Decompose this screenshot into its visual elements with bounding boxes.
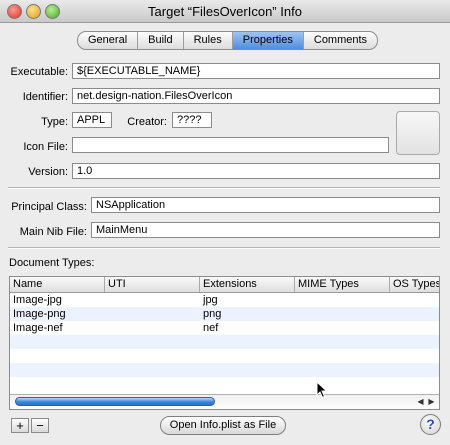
empty-row [10,377,439,391]
separator [8,187,440,189]
principal-class-field[interactable]: NSApplication [91,197,440,213]
remove-document-type-button[interactable]: − [31,418,49,433]
main-nib-field[interactable]: MainMenu [91,222,440,238]
column-header-name[interactable]: Name [10,277,105,292]
identifier-field[interactable]: net.design-nation.FilesOverIcon [72,88,440,104]
empty-row [10,349,439,363]
principal-class-label: Principal Class: [11,201,87,213]
scrollbar-thumb[interactable] [15,397,215,406]
cell-name: Image-jpg [13,294,62,306]
tab-properties[interactable]: Properties [232,32,304,49]
column-header-mime-types[interactable]: MIME Types [295,277,390,292]
document-types-table[interactable]: Name UTI Extensions MIME Types OS Types … [9,276,440,410]
table-row[interactable]: Image-nef nef [10,321,439,335]
type-field[interactable]: APPL [72,112,112,128]
identifier-label: Identifier: [22,91,68,103]
document-types-label: Document Types: [9,257,95,269]
version-field[interactable]: 1.0 [72,163,440,179]
icon-preview-well[interactable] [396,111,440,155]
scroll-right-arrow-icon[interactable]: ▶ [426,396,437,408]
executable-field[interactable]: ${EXECUTABLE_NAME} [72,63,440,79]
column-header-os-types[interactable]: OS Types [390,277,439,292]
icon-file-field[interactable] [72,137,389,153]
type-label: Type: [41,116,68,128]
empty-row [10,363,439,377]
separator [8,247,440,249]
tab-bar: General Build Rules Properties Comments [77,31,379,50]
column-header-uti[interactable]: UTI [105,277,200,292]
window-title: Target “FilesOverIcon” Info [148,4,302,19]
tab-comments[interactable]: Comments [304,32,377,49]
help-button[interactable]: ? [420,414,441,435]
table-row[interactable]: Image-jpg jpg [10,293,439,307]
cell-name: Image-nef [13,322,63,334]
main-nib-label: Main Nib File: [19,226,87,238]
tab-build[interactable]: Build [138,32,184,49]
mouse-pointer-icon [316,381,328,399]
cell-name: Image-png [13,308,66,320]
scroll-left-arrow-icon[interactable]: ◀ [415,396,426,408]
open-info-plist-button[interactable]: Open Info.plist as File [160,416,286,435]
creator-field[interactable]: ???? [172,112,212,128]
add-document-type-button[interactable]: + [11,418,29,433]
creator-label: Creator: [127,116,167,128]
tab-rules[interactable]: Rules [184,32,233,49]
icon-file-label: Icon File: [23,141,68,153]
executable-label: Executable: [10,66,68,78]
cell-extensions: nef [203,322,219,334]
table-row[interactable]: Image-png png [10,307,439,321]
tab-general[interactable]: General [78,32,139,49]
cell-extensions: jpg [203,294,218,306]
table-header: Name UTI Extensions MIME Types OS Types [10,277,439,293]
cell-extensions: png [203,308,222,320]
empty-row [10,335,439,349]
version-label: Version: [28,166,68,178]
info-window: Target “FilesOverIcon” Info General Buil… [0,0,450,445]
column-header-extensions[interactable]: Extensions [200,277,295,292]
horizontal-scrollbar[interactable]: ◀ ▶ [10,394,439,409]
title-bar[interactable]: Target “FilesOverIcon” Info [0,0,450,23]
